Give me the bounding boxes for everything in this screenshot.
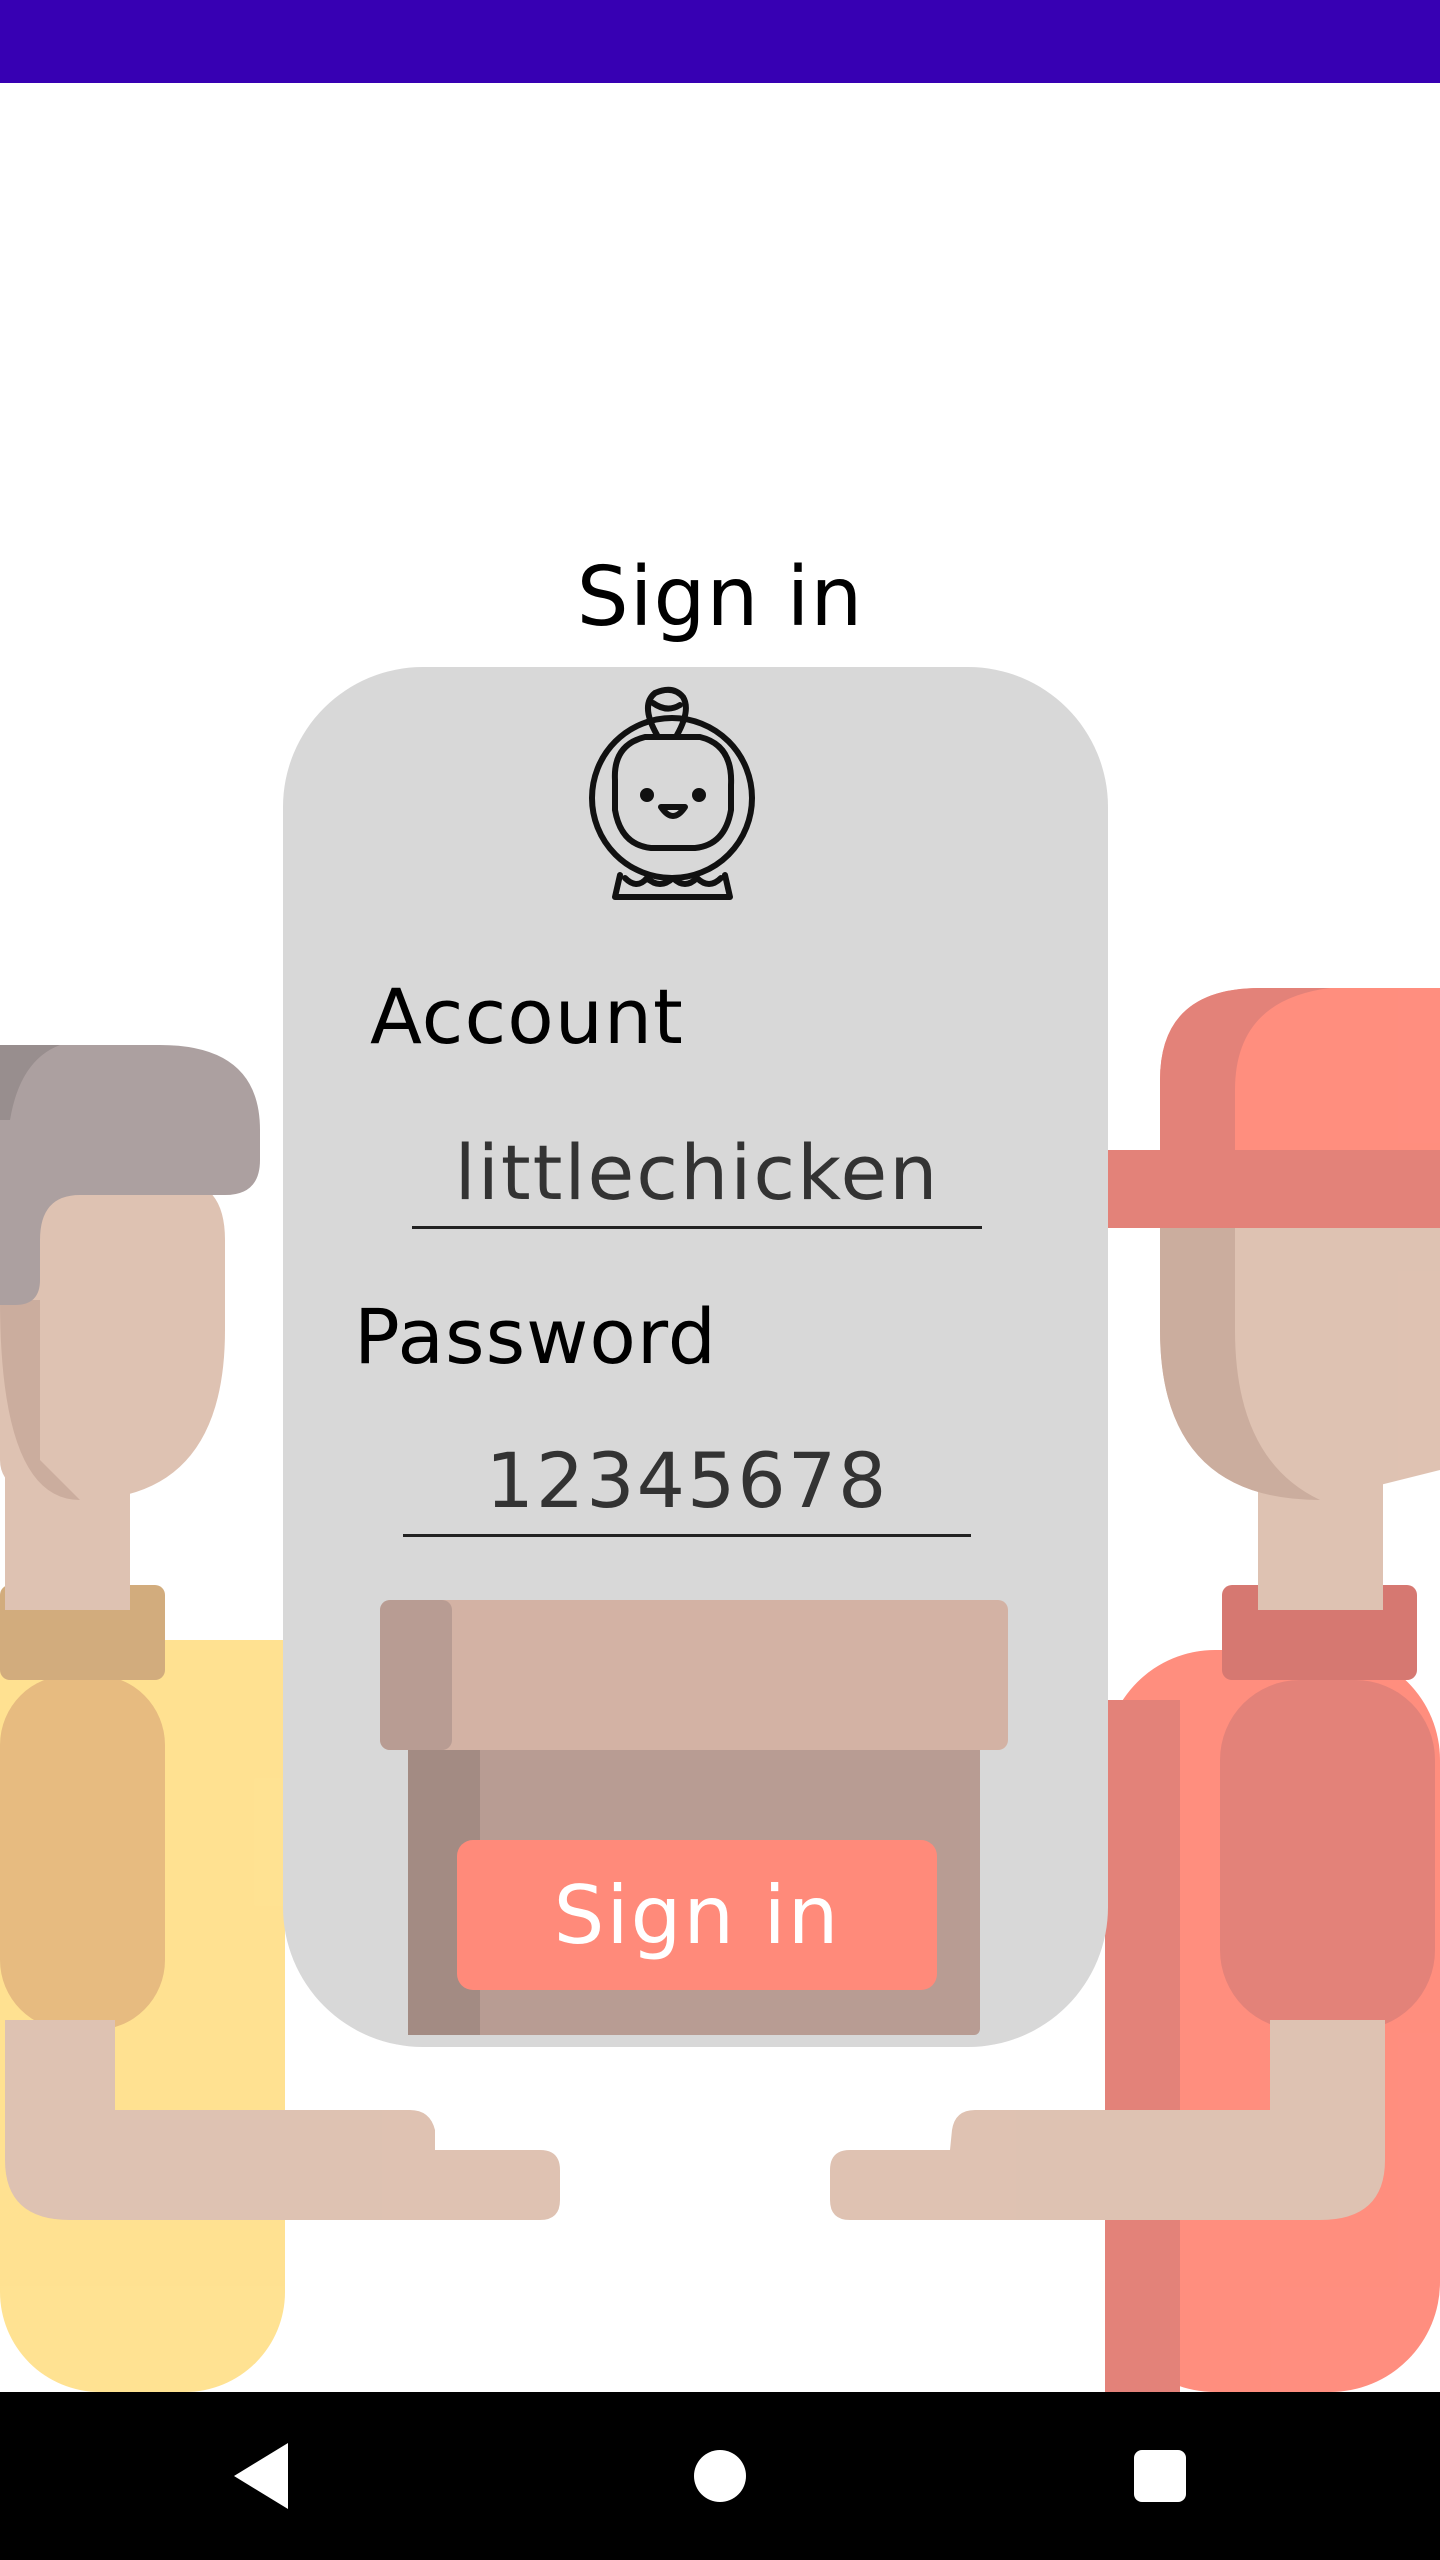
recents-button[interactable] (1120, 2436, 1200, 2516)
home-button[interactable] (680, 2436, 760, 2516)
account-label: Account (370, 972, 684, 1061)
chicken-mascot-icon (589, 686, 755, 900)
recents-icon (1134, 2450, 1186, 2502)
password-label: Password (354, 1292, 717, 1381)
back-button[interactable] (222, 2436, 302, 2516)
status-bar (0, 0, 1440, 83)
navigation-bar (0, 2392, 1440, 2560)
password-input[interactable]: 12345678 (403, 1436, 971, 1537)
home-icon (694, 2450, 746, 2502)
back-icon (234, 2443, 288, 2509)
sign-in-button[interactable]: Sign in (457, 1840, 937, 1990)
account-input[interactable]: littlechicken (412, 1128, 982, 1229)
page-title: Sign in (576, 550, 864, 645)
